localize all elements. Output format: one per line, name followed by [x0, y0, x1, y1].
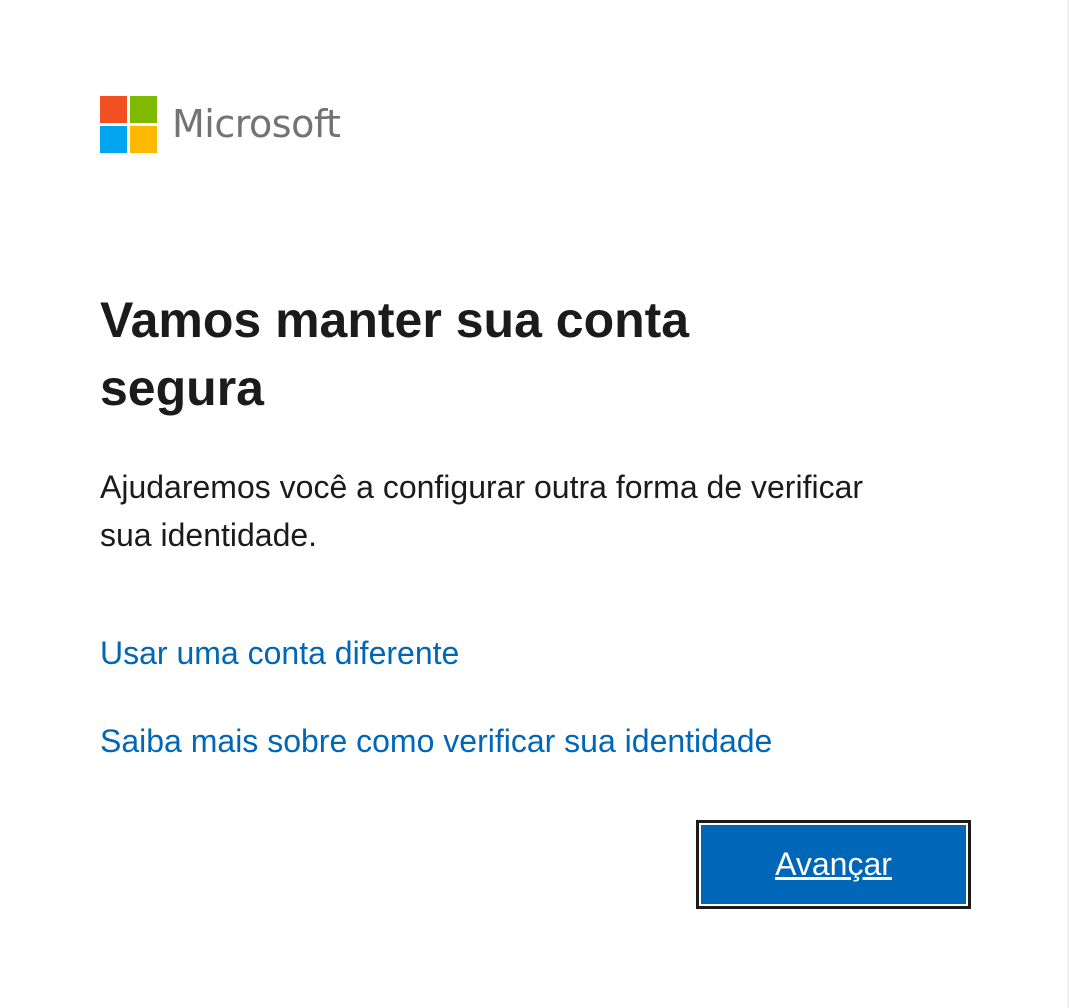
next-button[interactable]: Avançar	[696, 820, 971, 909]
learn-more-verify-identity-link[interactable]: Saiba mais sobre como verificar sua iden…	[100, 721, 772, 761]
logo-green-square	[130, 96, 157, 123]
use-different-account-link[interactable]: Usar uma conta diferente	[100, 633, 459, 673]
brand-header: Microsoft	[100, 96, 341, 153]
logo-red-square	[100, 96, 127, 123]
logo-blue-square	[100, 126, 127, 153]
page-description: Ajudaremos você a configurar outra forma…	[100, 469, 864, 553]
signin-card: Microsoft Vamos manter sua conta segura …	[0, 0, 1069, 1008]
logo-yellow-square	[130, 126, 157, 153]
page-title: Vamos manter sua conta segura	[100, 292, 690, 416]
brand-name: Microsoft	[172, 102, 341, 146]
microsoft-logo-icon	[100, 96, 157, 153]
